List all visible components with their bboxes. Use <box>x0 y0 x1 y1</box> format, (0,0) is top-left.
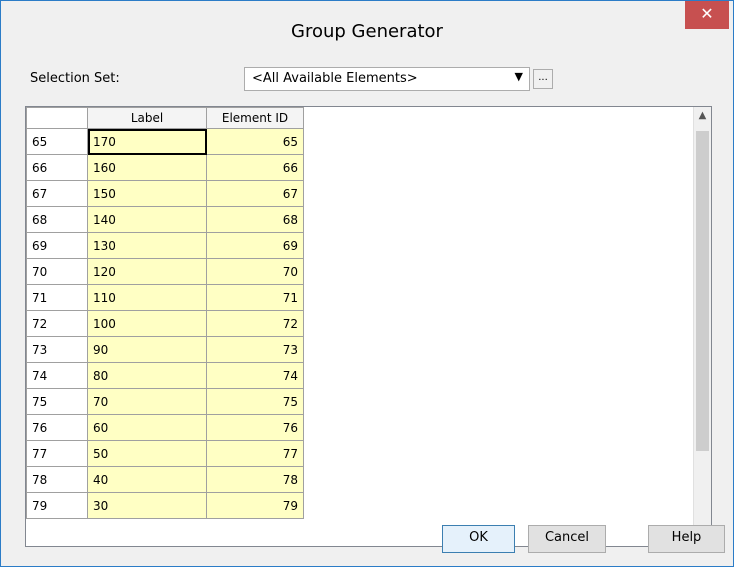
label-cell[interactable]: 60 <box>87 414 207 441</box>
selection-set-value: <All Available Elements> <box>252 71 418 86</box>
label-cell[interactable]: 120 <box>87 258 207 285</box>
row-header[interactable]: 66 <box>26 154 88 181</box>
row-header[interactable]: 74 <box>26 362 88 389</box>
table-row[interactable]: 73 90 73 <box>26 336 304 363</box>
window-title: Group Generator <box>291 21 443 42</box>
element-id-cell[interactable]: 68 <box>206 206 304 233</box>
element-id-cell[interactable]: 66 <box>206 154 304 181</box>
group-generator-window: Group Generator ✕ Selection Set: <All Av… <box>0 0 734 567</box>
element-id-cell[interactable]: 69 <box>206 232 304 259</box>
row-header[interactable]: 69 <box>26 232 88 259</box>
row-header[interactable]: 79 <box>26 492 88 519</box>
element-id-cell[interactable]: 75 <box>206 388 304 415</box>
row-header[interactable]: 73 <box>26 336 88 363</box>
element-id-cell[interactable]: 73 <box>206 336 304 363</box>
scroll-up-icon[interactable]: ▲ <box>694 107 711 124</box>
element-id-cell[interactable]: 67 <box>206 180 304 207</box>
row-header[interactable]: 76 <box>26 414 88 441</box>
element-id-cell[interactable]: 77 <box>206 440 304 467</box>
table-row[interactable]: 70 120 70 <box>26 258 304 285</box>
element-id-cell[interactable]: 79 <box>206 492 304 519</box>
table-row[interactable]: 65 170 65 <box>26 128 304 155</box>
cancel-button[interactable]: Cancel <box>528 525 606 553</box>
table-row[interactable]: 66 160 66 <box>26 154 304 181</box>
grid-header-row: Label Element ID <box>26 107 304 129</box>
column-header-label[interactable]: Label <box>87 107 207 129</box>
element-id-cell[interactable]: 74 <box>206 362 304 389</box>
chevron-down-icon: ▼ <box>514 70 523 83</box>
row-header[interactable]: 72 <box>26 310 88 337</box>
table-row[interactable]: 74 80 74 <box>26 362 304 389</box>
table-row[interactable]: 72 100 72 <box>26 310 304 337</box>
table-row[interactable]: 71 110 71 <box>26 284 304 311</box>
column-header-element-id[interactable]: Element ID <box>206 107 304 129</box>
label-cell[interactable]: 80 <box>87 362 207 389</box>
label-cell[interactable]: 150 <box>87 180 207 207</box>
label-cell[interactable]: 40 <box>87 466 207 493</box>
row-header[interactable]: 68 <box>26 206 88 233</box>
corner-header <box>26 107 88 129</box>
label-cell[interactable]: 170 <box>87 128 207 155</box>
selection-set-label: Selection Set: <box>30 71 120 86</box>
selection-set-dropdown[interactable]: <All Available Elements> ▼ <box>244 67 530 91</box>
label-cell[interactable]: 110 <box>87 284 207 311</box>
label-cell[interactable]: 160 <box>87 154 207 181</box>
help-button[interactable]: Help <box>648 525 725 553</box>
element-id-cell[interactable]: 65 <box>206 128 304 155</box>
label-cell[interactable]: 100 <box>87 310 207 337</box>
element-id-cell[interactable]: 72 <box>206 310 304 337</box>
label-cell[interactable]: 50 <box>87 440 207 467</box>
table-row[interactable]: 79 30 79 <box>26 492 304 519</box>
label-cell[interactable]: 70 <box>87 388 207 415</box>
row-header[interactable]: 77 <box>26 440 88 467</box>
element-id-cell[interactable]: 76 <box>206 414 304 441</box>
element-id-cell[interactable]: 71 <box>206 284 304 311</box>
label-cell[interactable]: 140 <box>87 206 207 233</box>
ok-button[interactable]: OK <box>442 525 515 553</box>
dialog-body: Selection Set: <All Available Elements> … <box>12 59 725 558</box>
label-cell[interactable]: 30 <box>87 492 207 519</box>
title-bar[interactable]: Group Generator ✕ <box>1 1 733 59</box>
row-header[interactable]: 67 <box>26 180 88 207</box>
selection-set-browse-button[interactable]: ... <box>533 69 553 89</box>
elements-table: Label Element ID 65 170 65 66 160 66 67 150 67 68… <box>26 107 304 519</box>
element-id-cell[interactable]: 78 <box>206 466 304 493</box>
row-header[interactable]: 65 <box>26 128 88 155</box>
element-id-cell[interactable]: 70 <box>206 258 304 285</box>
table-row[interactable]: 78 40 78 <box>26 466 304 493</box>
label-cell[interactable]: 130 <box>87 232 207 259</box>
table-row[interactable]: 67 150 67 <box>26 180 304 207</box>
row-header[interactable]: 71 <box>26 284 88 311</box>
table-row[interactable]: 76 60 76 <box>26 414 304 441</box>
row-header[interactable]: 75 <box>26 388 88 415</box>
close-icon[interactable]: ✕ <box>685 1 729 29</box>
row-header[interactable]: 70 <box>26 258 88 285</box>
table-row[interactable]: 68 140 68 <box>26 206 304 233</box>
vertical-scrollbar[interactable]: ▲ ▼ <box>693 107 711 546</box>
row-header[interactable]: 78 <box>26 466 88 493</box>
elements-grid[interactable]: Label Element ID 65 170 65 66 160 66 67 150 67 68… <box>25 106 712 547</box>
table-row[interactable]: 77 50 77 <box>26 440 304 467</box>
scroll-thumb[interactable] <box>696 131 709 451</box>
label-cell[interactable]: 90 <box>87 336 207 363</box>
table-row[interactable]: 75 70 75 <box>26 388 304 415</box>
table-row[interactable]: 69 130 69 <box>26 232 304 259</box>
